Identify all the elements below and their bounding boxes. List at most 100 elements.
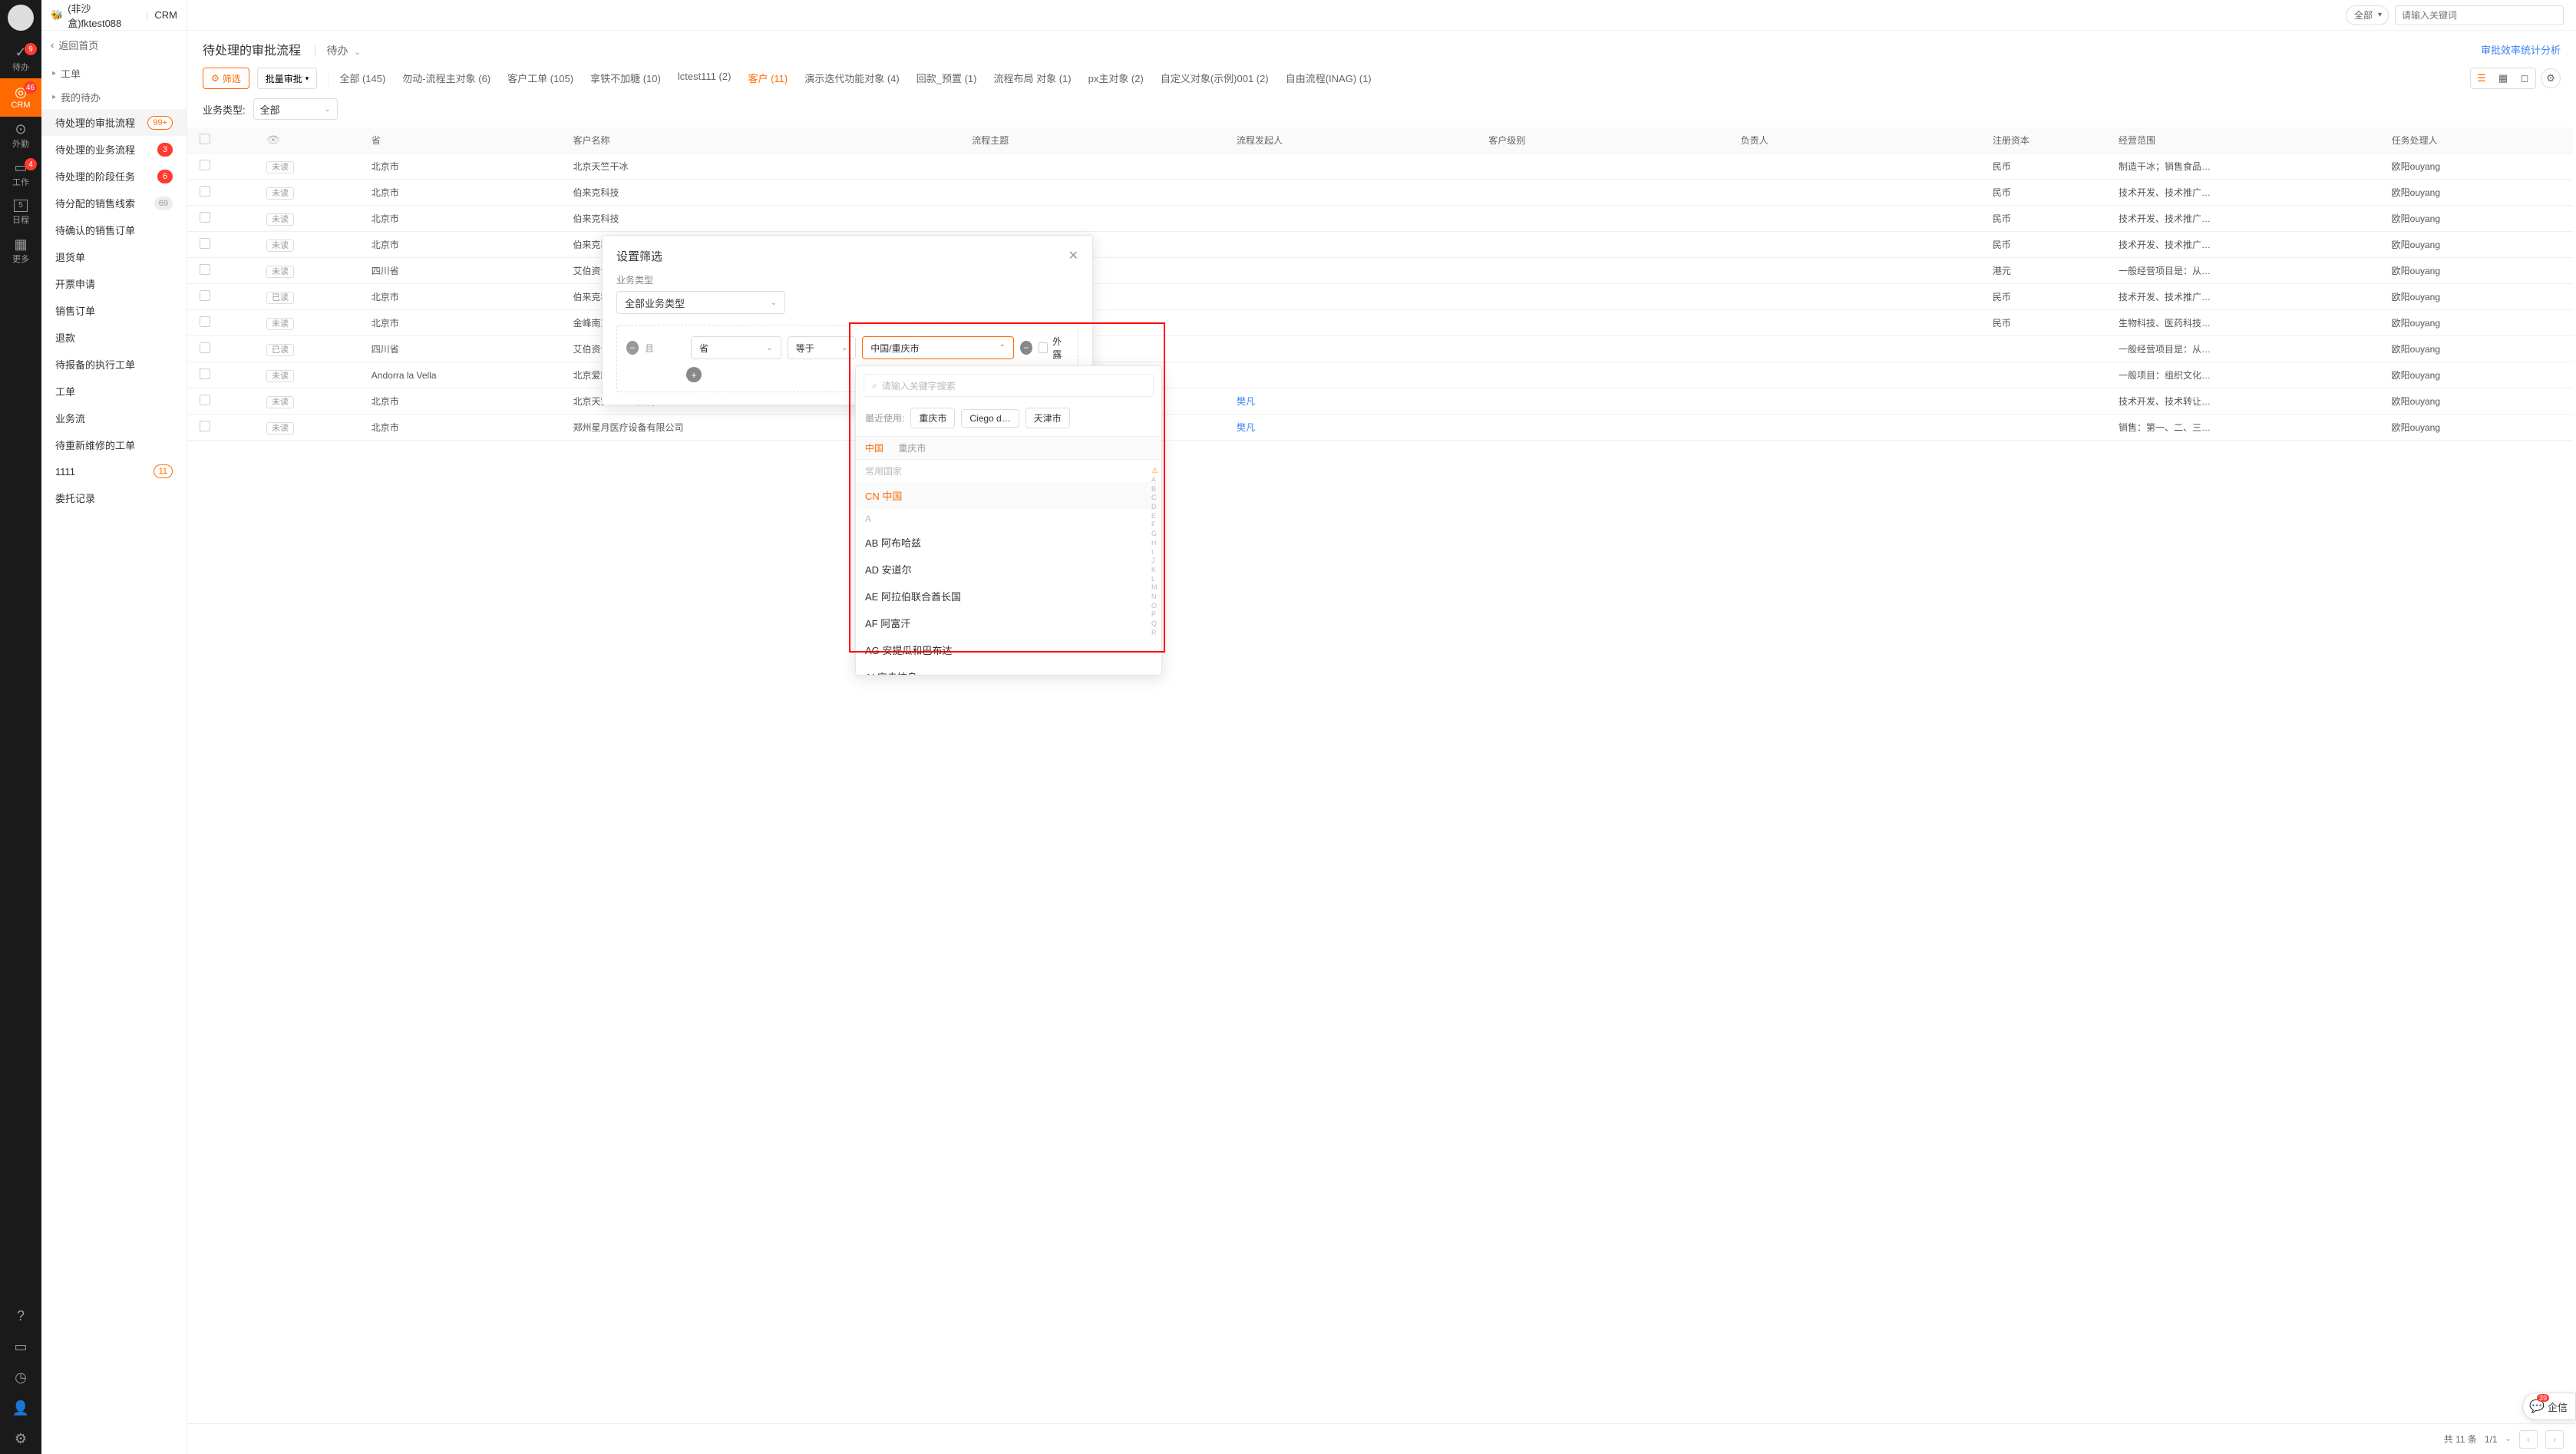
sidebar-item[interactable]: 111111 — [41, 458, 187, 484]
close-button[interactable]: ✕ — [1068, 248, 1078, 264]
type-tab[interactable]: px主对象 (2) — [1088, 71, 1144, 85]
rail-help[interactable]: ? — [0, 1300, 41, 1331]
field-select[interactable]: 省 ⌄ — [691, 336, 781, 359]
sub-filter[interactable]: 待办 — [326, 45, 348, 57]
rail-settings[interactable]: ⚙ — [0, 1423, 41, 1454]
biz-type-select[interactable]: 全部 ⌄ — [253, 98, 338, 120]
index-letter[interactable]: R — [1151, 629, 1158, 638]
initiator-link[interactable]: 樊凡 — [1237, 396, 1255, 407]
checkbox-icon[interactable] — [200, 134, 210, 144]
country-item[interactable]: AB 阿布哈兹 — [856, 529, 1161, 556]
bc-level-2[interactable]: 重庆市 — [898, 443, 926, 454]
dropdown-search[interactable]: ⌕ 请输入关键字搜索 — [864, 374, 1154, 397]
avatar[interactable] — [8, 5, 34, 31]
column-header[interactable]: 客户级别 — [1481, 127, 1732, 154]
column-header[interactable]: 流程主题 — [964, 127, 1229, 154]
next-page-button[interactable]: › — [2545, 1430, 2564, 1449]
bc-level-1[interactable]: 中国 — [865, 443, 883, 454]
list-view-button[interactable]: ☰ — [2471, 68, 2492, 88]
table-row[interactable]: 未读 北京市 伯来克科技 民币 技术开发、技术推广… 欧阳ouyang — [187, 232, 2573, 258]
value-select[interactable]: 中国/重庆市 ⌃ — [862, 336, 1014, 359]
popover-biz-select[interactable]: 全部业务类型 ⌄ — [616, 291, 785, 314]
index-letter[interactable]: N — [1151, 593, 1158, 602]
rail-item-schedule[interactable]: 5 日程 — [0, 193, 41, 232]
recent-chip[interactable]: 天津市 — [1025, 408, 1070, 428]
index-letter[interactable]: L — [1151, 575, 1158, 584]
type-tab[interactable]: 客户 (11) — [748, 71, 788, 85]
eye-icon[interactable]: 👁 — [266, 134, 280, 146]
recent-chip[interactable]: Ciego d… — [961, 409, 1019, 428]
table-row[interactable]: 未读 Andorra la Vella 北京爱跳不跳 一般项目：组织文化… 欧阳… — [187, 362, 2573, 388]
global-search-input[interactable] — [2395, 5, 2564, 25]
index-letter[interactable]: Q — [1151, 620, 1158, 629]
index-letter[interactable]: F — [1151, 520, 1158, 530]
rail-inbox[interactable]: ▭ — [0, 1331, 41, 1362]
index-letter[interactable]: M — [1151, 583, 1158, 593]
sidebar-group-mytodo[interactable]: ▸我的待办 — [41, 85, 187, 109]
sidebar-item[interactable]: 业务流 — [41, 405, 187, 431]
row-checkbox[interactable] — [200, 316, 210, 327]
batch-approve-button[interactable]: 批量审批 ▾ — [257, 68, 318, 89]
table-row[interactable]: 未读 北京市 金峰南京生物 民币 生物科技、医药科技… 欧阳ouyang — [187, 310, 2573, 336]
sidebar-item[interactable]: 待处理的审批流程99+ — [41, 109, 187, 136]
type-tab[interactable]: 回款_预置 (1) — [916, 71, 977, 85]
index-letter[interactable]: O — [1151, 602, 1158, 611]
row-checkbox[interactable] — [200, 342, 210, 353]
column-header[interactable]: 注册资本 — [1985, 127, 2111, 154]
sidebar-item[interactable]: 工单 — [41, 378, 187, 405]
type-tab[interactable]: 自由流程(INAG) (1) — [1286, 71, 1372, 85]
type-tab[interactable]: 演示迭代功能对象 (4) — [804, 71, 900, 85]
index-letter[interactable]: G — [1151, 530, 1158, 539]
chevron-down-icon[interactable]: ⌄ — [2505, 1435, 2512, 1443]
country-item[interactable]: AF 阿富汗 — [856, 610, 1161, 636]
chat-widget[interactable]: 💬39 企信 — [2522, 1393, 2576, 1420]
sidebar-item[interactable]: 退货单 — [41, 243, 187, 270]
rail-item-more[interactable]: ▦ 更多 — [0, 232, 41, 270]
table-row[interactable]: 未读 北京市 郑州星月医疗设备有限公司 主账号名称 排序(20… 樊凡 销售：第… — [187, 415, 2573, 441]
index-letter[interactable]: A — [1151, 476, 1158, 485]
row-checkbox[interactable] — [200, 160, 210, 170]
table-row[interactable]: 未读 北京市 北京天竺干冰 民币 制造干冰；销售食品… 欧阳ouyang — [187, 154, 2573, 180]
grid-view-button[interactable]: ▦ — [2492, 68, 2514, 88]
country-item[interactable]: AG 安提瓜和巴布达 — [856, 636, 1161, 663]
scope-select[interactable]: 全部 — [2346, 5, 2389, 25]
country-item[interactable]: CN 中国 — [856, 482, 1161, 509]
table-row[interactable]: 未读 四川省 艾伯资讯（深 港元 一般经营项目是：从… 欧阳ouyang — [187, 258, 2573, 284]
index-letter[interactable]: J — [1151, 557, 1158, 566]
country-item[interactable]: AD 安道尔 — [856, 556, 1161, 583]
rail-item-crm[interactable]: ◎ CRM 46 — [0, 78, 41, 117]
column-header[interactable] — [187, 127, 259, 154]
country-item[interactable]: AE 阿拉伯联合酋长国 — [856, 583, 1161, 610]
column-header[interactable]: 流程发起人 — [1229, 127, 1481, 154]
row-checkbox[interactable] — [200, 290, 210, 301]
sidebar-group-workorder[interactable]: ▸工单 — [41, 61, 187, 85]
table-row[interactable]: 未读 北京市 北京天空之镜科技有限公司 主账号名称 排序(20… 樊凡 技术开发… — [187, 388, 2573, 415]
type-tab[interactable]: 自定义对象(示例)001 (2) — [1161, 71, 1269, 85]
table-row[interactable]: 未读 北京市 伯来克科技 民币 技术开发、技术推广… 欧阳ouyang — [187, 180, 2573, 206]
country-item[interactable]: AI 安圭拉岛 — [856, 663, 1161, 675]
recent-chip[interactable]: 重庆市 — [910, 408, 955, 428]
column-header[interactable]: 任务处理人 — [2384, 127, 2573, 154]
column-header[interactable]: 经营范围 — [2111, 127, 2384, 154]
stats-link[interactable]: 审批效率统计分析 — [2481, 42, 2561, 57]
row-checkbox[interactable] — [200, 368, 210, 379]
remove-value-button[interactable]: − — [1020, 341, 1032, 355]
sidebar-item[interactable]: 开票申请 — [41, 270, 187, 297]
index-letter[interactable]: E — [1151, 512, 1158, 521]
row-checkbox[interactable] — [200, 421, 210, 431]
column-header[interactable]: 负责人 — [1733, 127, 1985, 154]
index-letter[interactable]: P — [1151, 610, 1158, 620]
card-view-button[interactable]: ◻ — [2514, 68, 2535, 88]
row-checkbox[interactable] — [200, 238, 210, 249]
prev-page-button[interactable]: ‹ — [2519, 1430, 2538, 1449]
rail-user[interactable]: 👤 — [0, 1393, 41, 1423]
column-header[interactable]: 👁 — [259, 127, 364, 154]
row-checkbox[interactable] — [200, 264, 210, 275]
row-checkbox[interactable] — [200, 395, 210, 405]
back-home[interactable]: ‹ 返回首页 — [41, 31, 187, 58]
column-header[interactable]: 省 — [364, 127, 566, 154]
type-tab[interactable]: 拿铁不加糖 (10) — [590, 71, 661, 85]
type-tab[interactable]: 客户工单 (105) — [507, 71, 573, 85]
index-letter[interactable]: H — [1151, 539, 1158, 548]
sidebar-item[interactable]: 销售订单 — [41, 297, 187, 324]
